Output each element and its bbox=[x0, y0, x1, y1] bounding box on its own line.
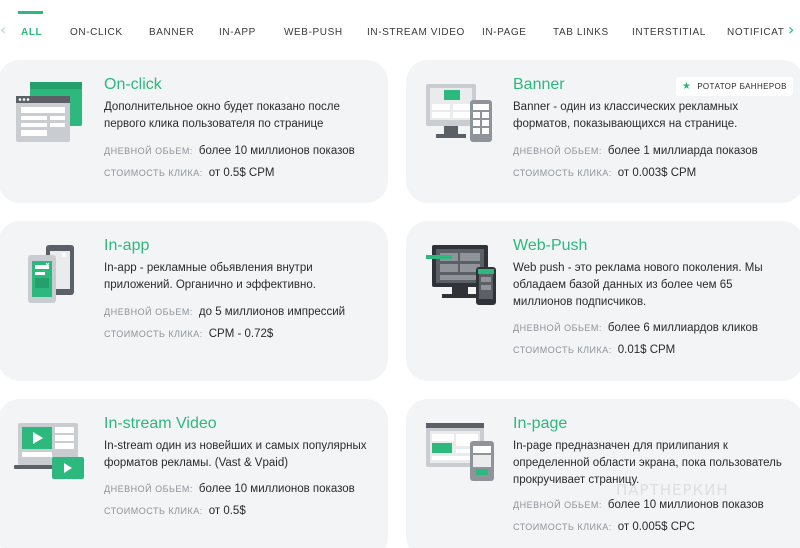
card-description: Banner - один из классических рекламных … bbox=[513, 101, 739, 130]
card-description: In-stream один из новейших и самых попул… bbox=[104, 440, 367, 469]
daily-volume-value: более 10 миллионов показов bbox=[198, 145, 355, 157]
card-description: In-app - рекламные обьявления внутри при… bbox=[104, 262, 316, 291]
daily-volume: ДНЕВНОЙ ОБЬЕМ: более 10 миллионов показов bbox=[104, 145, 355, 157]
click-price: СТОИМОСТЬ КЛИКА: от 0.005$ CPC bbox=[513, 521, 695, 533]
click-price: СТОИМОСТЬ КЛИКА: от 0.5$ bbox=[104, 505, 246, 517]
banner-devices-icon bbox=[426, 84, 492, 142]
watermark: ПАРТНЕРКИН bbox=[616, 481, 729, 499]
tab-notification[interactable]: NOTIFICAT bbox=[727, 27, 784, 38]
click-price-label: СТОИМОСТЬ КЛИКА: bbox=[513, 168, 612, 178]
format-card-on-click[interactable]: On-click Дополнительное окно будет показ… bbox=[0, 60, 388, 203]
card-title: In-page bbox=[513, 415, 568, 432]
daily-volume-value: более 6 миллиардов кликов bbox=[607, 322, 758, 334]
star-icon: ★ bbox=[682, 81, 692, 92]
click-price: СТОИМОСТЬ КЛИКА: 0.01$ CPM bbox=[513, 344, 675, 356]
tab-interstitial[interactable]: INTERSTITIAL bbox=[632, 27, 706, 38]
daily-volume-value: до 5 миллионов импрессий bbox=[198, 306, 346, 318]
card-description: Web push - это реклама нового поколения.… bbox=[513, 262, 763, 308]
tab-in-app[interactable]: IN-APP bbox=[219, 27, 256, 38]
card-title: Web-Push bbox=[513, 237, 588, 254]
format-card-in-page[interactable]: In-page In-page предназначен для прилипа… bbox=[406, 399, 800, 548]
click-price: СТОИМОСТЬ КЛИКА: от 0.5$ CPM bbox=[104, 167, 274, 179]
click-price-label: СТОИМОСТЬ КЛИКА: bbox=[104, 329, 203, 339]
format-card-in-stream-video[interactable]: In-stream Video In-stream один из новейш… bbox=[0, 399, 388, 548]
daily-volume: ДНЕВНОЙ ОБЬЕМ: более 6 миллиардов кликов bbox=[513, 322, 758, 334]
format-card-in-app[interactable]: In-app In-app - рекламные обьявления вну… bbox=[0, 221, 388, 381]
click-price-value: от 0.005$ CPC bbox=[617, 521, 695, 533]
daily-volume-label: ДНЕВНОЙ ОБЬЕМ: bbox=[104, 307, 193, 317]
daily-volume-value: более 10 миллионов показов bbox=[198, 483, 355, 495]
video-player-icon bbox=[14, 423, 84, 479]
active-tab-indicator bbox=[18, 11, 43, 14]
card-title: In-stream Video bbox=[104, 415, 217, 432]
card-description: Дополнительное окно будет показано после… bbox=[104, 101, 340, 130]
card-title: On-click bbox=[104, 76, 162, 93]
tab-in-page[interactable]: IN-PAGE bbox=[482, 27, 527, 38]
click-price-value: от 0.003$ CPM bbox=[617, 167, 697, 179]
tab-web-push[interactable]: WEB-PUSH bbox=[284, 27, 343, 38]
tab-banner[interactable]: BANNER bbox=[149, 27, 194, 38]
format-card-web-push[interactable]: Web-Push Web push - это реклама нового п… bbox=[406, 221, 800, 381]
tab-all[interactable]: ALL bbox=[21, 27, 42, 38]
click-price: СТОИМОСТЬ КЛИКА: CPM - 0.72$ bbox=[104, 328, 273, 340]
format-tabs: ‹ ALL ON-CLICK BANNER IN-APP WEB-PUSH IN… bbox=[0, 0, 800, 46]
click-price-value: от 0.5$ CPM bbox=[208, 167, 275, 179]
daily-volume-value: более 10 миллионов показов bbox=[607, 499, 764, 511]
in-page-devices-icon bbox=[426, 423, 494, 481]
card-title: Banner bbox=[513, 76, 565, 93]
click-price-value: 0.01$ CPM bbox=[617, 344, 676, 356]
click-price-value: CPM - 0.72$ bbox=[208, 328, 274, 340]
click-price-label: СТОИМОСТЬ КЛИКА: bbox=[104, 506, 203, 516]
scroll-right-arrow-icon[interactable]: › bbox=[788, 20, 794, 39]
format-card-banner[interactable]: Banner ★ РОТАТОР БАННЕРОВ Banner - один и… bbox=[406, 60, 800, 203]
mobile-app-icon bbox=[28, 245, 74, 303]
card-title: In-app bbox=[104, 237, 150, 254]
tab-in-stream-video[interactable]: IN-STREAM VIDEO bbox=[367, 27, 465, 38]
click-price: СТОИМОСТЬ КЛИКА: от 0.003$ CPM bbox=[513, 167, 696, 179]
click-price-label: СТОИМОСТЬ КЛИКА: bbox=[513, 345, 612, 355]
click-price-label: СТОИМОСТЬ КЛИКА: bbox=[104, 168, 203, 178]
daily-volume: ДНЕВНОЙ ОБЬЕМ: более 10 миллионов показов bbox=[104, 483, 355, 495]
badge-label: РОТАТОР БАННЕРОВ bbox=[697, 82, 787, 91]
click-price-value: от 0.5$ bbox=[208, 505, 246, 517]
scroll-left-arrow-icon[interactable]: ‹ bbox=[0, 20, 6, 39]
tab-tab-links[interactable]: TAB LINKS bbox=[553, 27, 609, 38]
daily-volume-label: ДНЕВНОЙ ОБЬЕМ: bbox=[513, 146, 602, 156]
banner-rotator-badge[interactable]: ★ РОТАТОР БАННЕРОВ bbox=[676, 77, 793, 96]
daily-volume-label: ДНЕВНОЙ ОБЬЕМ: bbox=[513, 323, 602, 333]
click-price-label: СТОИМОСТЬ КЛИКА: bbox=[513, 522, 612, 532]
daily-volume-label: ДНЕВНОЙ ОБЬЕМ: bbox=[513, 500, 602, 510]
daily-volume-label: ДНЕВНОЙ ОБЬЕМ: bbox=[104, 484, 193, 494]
daily-volume-value: более 1 миллиарда показов bbox=[607, 145, 758, 157]
web-push-devices-icon bbox=[426, 245, 496, 305]
tab-on-click[interactable]: ON-CLICK bbox=[70, 27, 123, 38]
popup-window-icon bbox=[16, 82, 82, 142]
daily-volume: ДНЕВНОЙ ОБЬЕМ: до 5 миллионов импрессий bbox=[104, 306, 345, 318]
daily-volume: ДНЕВНОЙ ОБЬЕМ: более 10 миллионов показов bbox=[513, 499, 764, 511]
daily-volume: ДНЕВНОЙ ОБЬЕМ: более 1 миллиарда показов bbox=[513, 145, 758, 157]
daily-volume-label: ДНЕВНОЙ ОБЬЕМ: bbox=[104, 146, 193, 156]
